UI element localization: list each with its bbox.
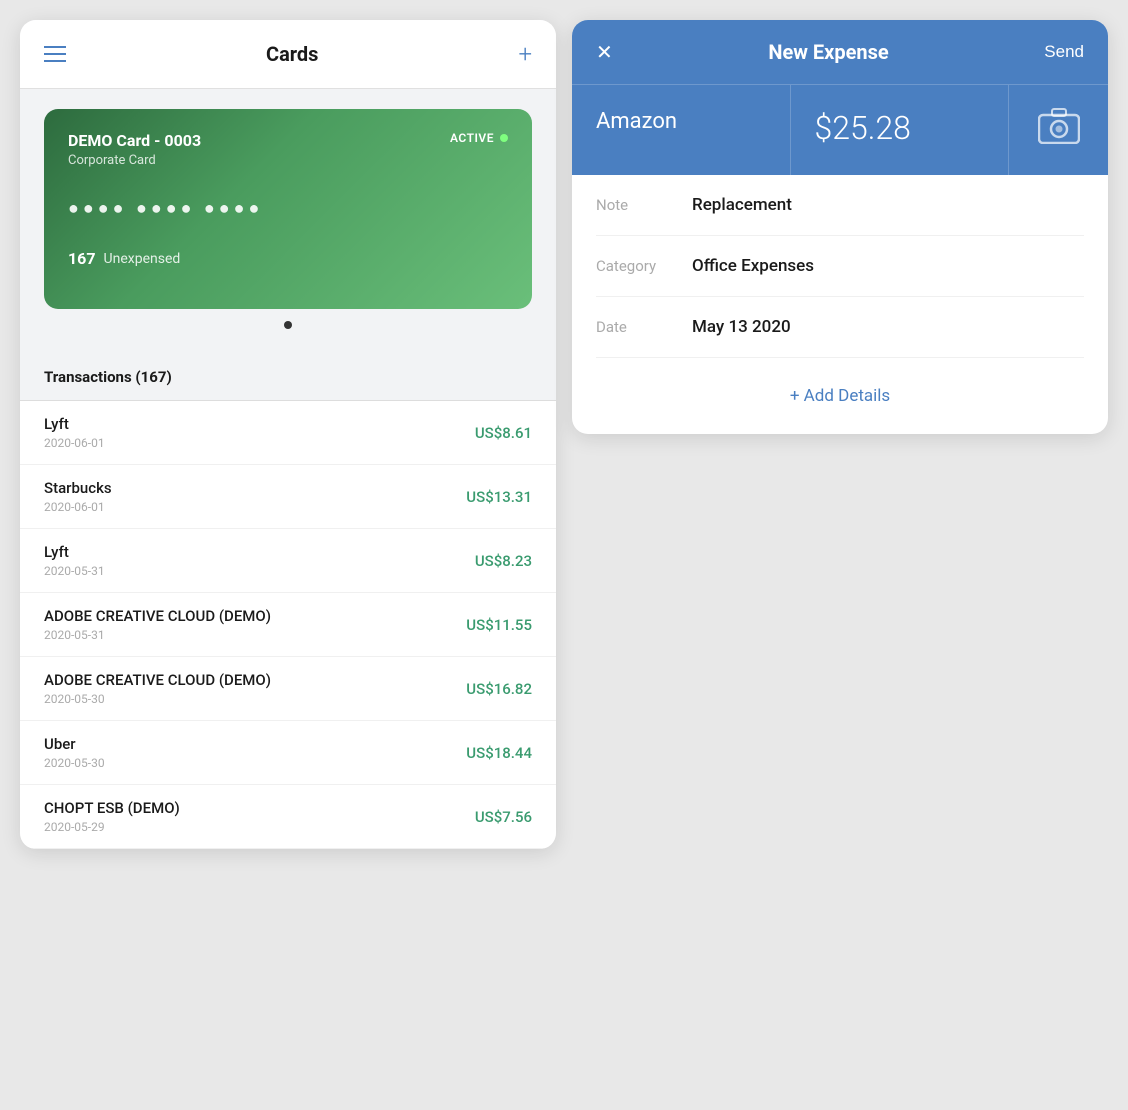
card-indicator bbox=[44, 309, 532, 333]
card-number-dots: ●●●● ●●●● ●●●● bbox=[68, 198, 508, 219]
category-value[interactable]: Office Expenses bbox=[692, 256, 814, 276]
transaction-date: 2020-05-29 bbox=[44, 820, 180, 834]
expense-header: ✕ New Expense Send bbox=[572, 20, 1108, 84]
transaction-amount: US$8.61 bbox=[475, 424, 532, 442]
transaction-amount: US$18.44 bbox=[466, 744, 532, 762]
transaction-left: CHOPT ESB (DEMO) 2020-05-29 bbox=[44, 799, 180, 834]
transaction-left: Starbucks 2020-06-01 bbox=[44, 479, 112, 514]
date-value[interactable]: May 13 2020 bbox=[692, 317, 791, 337]
transactions-title: Transactions (167) bbox=[44, 368, 172, 386]
expense-top-section: Amazon $25.28 bbox=[572, 84, 1108, 175]
transaction-amount: US$11.55 bbox=[466, 616, 532, 634]
transaction-merchant: ADOBE CREATIVE CLOUD (DEMO) bbox=[44, 671, 271, 689]
transaction-date: 2020-05-30 bbox=[44, 756, 105, 770]
transaction-amount: US$13.31 bbox=[466, 488, 532, 506]
card-footer: 167 Unexpensed bbox=[68, 249, 508, 268]
transaction-item[interactable]: Uber 2020-05-30 US$18.44 bbox=[20, 721, 556, 785]
transaction-item[interactable]: Starbucks 2020-06-01 US$13.31 bbox=[20, 465, 556, 529]
amount-block: $25.28 bbox=[791, 85, 1009, 175]
category-row: Category Office Expenses bbox=[596, 236, 1084, 297]
status-dot bbox=[500, 134, 508, 142]
cards-panel: Cards + DEMO Card - 0003 Corporate Card … bbox=[20, 20, 556, 849]
transaction-item[interactable]: Lyft 2020-05-31 US$8.23 bbox=[20, 529, 556, 593]
card-status: ACTIVE bbox=[450, 131, 508, 145]
transaction-amount: US$16.82 bbox=[466, 680, 532, 698]
detail-rows: Note Replacement Category Office Expense… bbox=[572, 175, 1108, 358]
transaction-merchant: Starbucks bbox=[44, 479, 112, 497]
indicator-dot bbox=[284, 321, 292, 329]
card-section: DEMO Card - 0003 Corporate Card ACTIVE ●… bbox=[20, 89, 556, 353]
merchant-name[interactable]: Amazon bbox=[596, 109, 766, 134]
transaction-item[interactable]: Lyft 2020-06-01 US$8.61 bbox=[20, 401, 556, 465]
card-type: Corporate Card bbox=[68, 153, 201, 168]
camera-icon bbox=[1038, 108, 1080, 153]
transactions-list: Lyft 2020-06-01 US$8.61 Starbucks 2020-0… bbox=[20, 401, 556, 849]
transaction-merchant: Lyft bbox=[44, 543, 105, 561]
unexpensed-count: 167 bbox=[68, 249, 96, 268]
card-header-row: DEMO Card - 0003 Corporate Card ACTIVE bbox=[68, 131, 508, 168]
card-info: DEMO Card - 0003 Corporate Card bbox=[68, 131, 201, 168]
transaction-merchant: Lyft bbox=[44, 415, 105, 433]
menu-icon[interactable] bbox=[44, 46, 66, 62]
note-row: Note Replacement bbox=[596, 175, 1084, 236]
transaction-date: 2020-05-31 bbox=[44, 628, 271, 642]
camera-block[interactable] bbox=[1008, 85, 1108, 175]
transaction-date: 2020-05-30 bbox=[44, 692, 271, 706]
transaction-left: ADOBE CREATIVE CLOUD (DEMO) 2020-05-31 bbox=[44, 607, 271, 642]
send-button[interactable]: Send bbox=[1044, 42, 1084, 62]
unexpensed-label: Unexpensed bbox=[104, 251, 181, 267]
transaction-amount: US$8.23 bbox=[475, 552, 532, 570]
note-label: Note bbox=[596, 196, 676, 214]
transaction-merchant: ADOBE CREATIVE CLOUD (DEMO) bbox=[44, 607, 271, 625]
category-label: Category bbox=[596, 257, 676, 275]
cards-header: Cards + bbox=[20, 20, 556, 89]
add-card-button[interactable]: + bbox=[518, 40, 532, 68]
transaction-left: ADOBE CREATIVE CLOUD (DEMO) 2020-05-30 bbox=[44, 671, 271, 706]
cards-title: Cards bbox=[266, 42, 318, 66]
expense-title: New Expense bbox=[768, 40, 888, 64]
date-row: Date May 13 2020 bbox=[596, 297, 1084, 358]
expense-amount[interactable]: $25.28 bbox=[815, 109, 985, 147]
transaction-merchant: CHOPT ESB (DEMO) bbox=[44, 799, 180, 817]
new-expense-panel: ✕ New Expense Send Amazon $25.28 Note Re… bbox=[572, 20, 1108, 434]
transaction-left: Lyft 2020-06-01 bbox=[44, 415, 105, 450]
note-value[interactable]: Replacement bbox=[692, 195, 792, 215]
transaction-item[interactable]: ADOBE CREATIVE CLOUD (DEMO) 2020-05-31 U… bbox=[20, 593, 556, 657]
date-label: Date bbox=[596, 318, 676, 336]
transaction-date: 2020-06-01 bbox=[44, 500, 112, 514]
transactions-header: Transactions (167) bbox=[20, 353, 556, 401]
credit-card[interactable]: DEMO Card - 0003 Corporate Card ACTIVE ●… bbox=[44, 109, 532, 309]
transaction-left: Lyft 2020-05-31 bbox=[44, 543, 105, 578]
transaction-left: Uber 2020-05-30 bbox=[44, 735, 105, 770]
transaction-amount: US$7.56 bbox=[475, 808, 532, 826]
transaction-date: 2020-05-31 bbox=[44, 564, 105, 578]
transaction-item[interactable]: CHOPT ESB (DEMO) 2020-05-29 US$7.56 bbox=[20, 785, 556, 849]
transaction-item[interactable]: ADOBE CREATIVE CLOUD (DEMO) 2020-05-30 U… bbox=[20, 657, 556, 721]
card-name: DEMO Card - 0003 bbox=[68, 131, 201, 150]
merchant-block: Amazon bbox=[572, 85, 791, 175]
close-button[interactable]: ✕ bbox=[596, 40, 613, 64]
transaction-merchant: Uber bbox=[44, 735, 105, 753]
transaction-date: 2020-06-01 bbox=[44, 436, 105, 450]
add-details-button[interactable]: + Add Details bbox=[572, 358, 1108, 434]
